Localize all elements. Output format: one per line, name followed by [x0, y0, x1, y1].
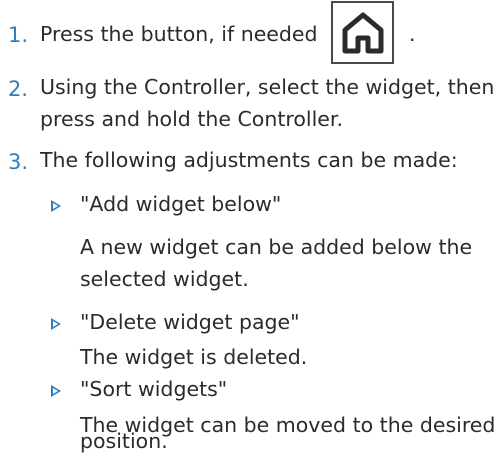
home-button[interactable]	[331, 1, 394, 64]
option-2-title: "Delete widget page"	[80, 310, 300, 334]
home-icon	[342, 12, 384, 54]
step-1-number: 1.	[8, 23, 29, 47]
step-3-number: 3.	[8, 150, 29, 174]
step-1-trailing-period: .	[409, 22, 416, 46]
instruction-document: 1. Press the button, if needed . 2. Usin…	[0, 0, 504, 455]
option-3-title: "Sort widgets"	[80, 377, 228, 401]
step-3-text: The following adjustments can be made:	[40, 148, 458, 172]
option-1-description-line-1: A new widget can be added below the	[80, 235, 473, 259]
option-3-description-line-2: position.	[80, 429, 168, 453]
option-3-bullet-icon	[51, 385, 61, 397]
option-2-description-line-1: The widget is deleted.	[80, 345, 308, 369]
option-1-title: "Add widget below"	[80, 192, 282, 216]
option-1-description-line-2: selected widget.	[80, 267, 249, 291]
option-1-bullet-icon	[51, 200, 61, 212]
option-2-bullet-icon	[51, 318, 61, 330]
step-2-text-line-2: press and hold the Controller.	[40, 107, 343, 131]
step-2-text-line-1: Using the Controller, select the widget,…	[40, 75, 495, 99]
step-2-number: 2.	[8, 77, 29, 101]
step-1-text: Press the button, if needed	[40, 22, 318, 46]
